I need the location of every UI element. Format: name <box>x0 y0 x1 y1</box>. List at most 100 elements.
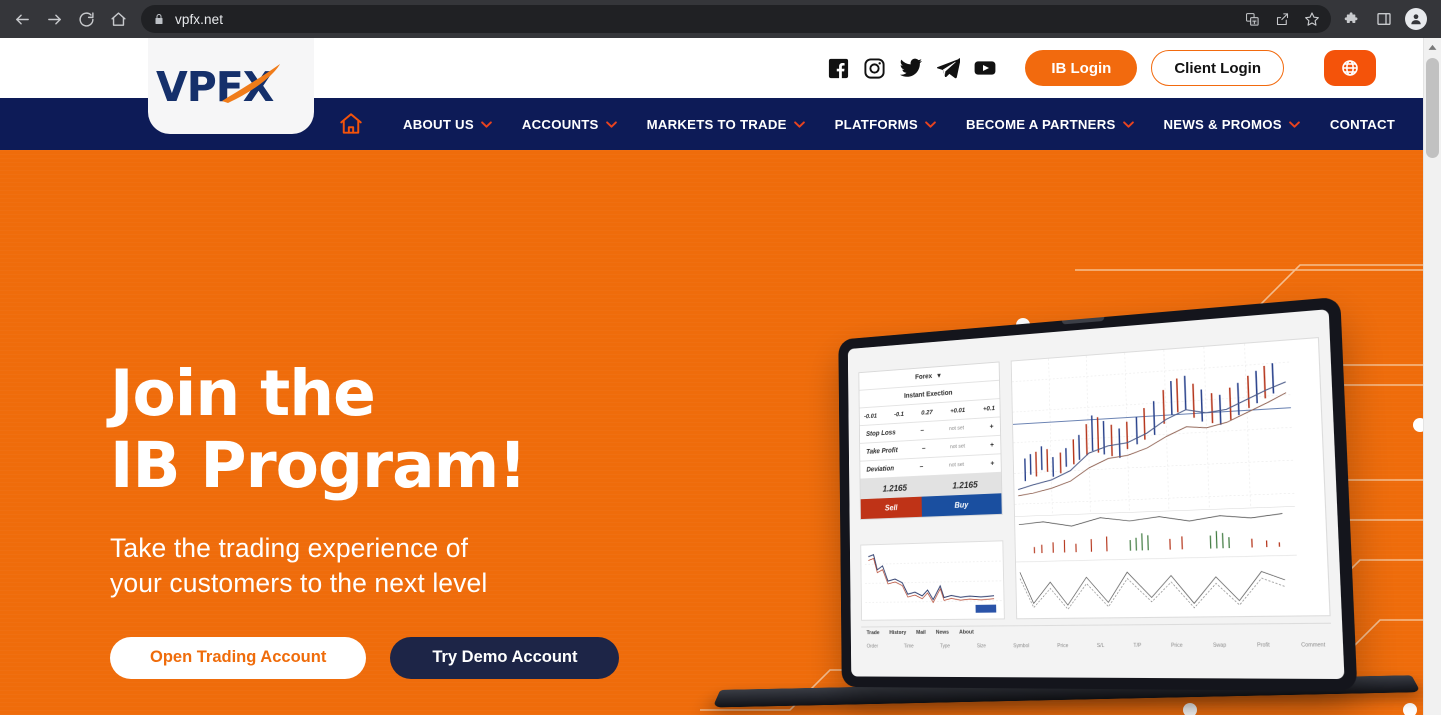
three-dot-menu-icon[interactable] <box>1433 4 1441 34</box>
col-order: Order <box>866 643 879 650</box>
reload-icon[interactable] <box>71 4 101 34</box>
forward-arrow-icon[interactable] <box>39 4 69 34</box>
nav-label: ACCOUNTS <box>521 116 599 132</box>
laptop-screen-body: Forex ▾ Instant Exection -0.01 -0.1 0.27… <box>838 296 1358 692</box>
trading-platform-ui: Forex ▾ Instant Exection -0.01 -0.1 0.27… <box>848 309 1345 679</box>
nav-label: NEWS & PROMOS <box>1163 116 1282 132</box>
field-value: not set <box>949 443 966 451</box>
address-bar[interactable]: vpfx.net <box>141 5 1331 33</box>
youtube-icon[interactable] <box>973 56 997 80</box>
page-viewport: IB Login Client Login ABOUT US ACCOUNTS <box>0 38 1441 715</box>
site-logo[interactable]: VPFX <box>148 38 314 134</box>
field-label: Deviation <box>866 465 895 474</box>
qv-3[interactable]: +0.01 <box>950 407 965 415</box>
col-sl: S/L <box>1096 642 1105 650</box>
logo-swoosh-icon <box>218 61 288 110</box>
instagram-icon[interactable] <box>863 57 886 80</box>
profile-avatar-icon[interactable] <box>1401 4 1431 34</box>
social-links <box>827 56 997 80</box>
qv-4[interactable]: +0.1 <box>983 405 995 413</box>
header-right-group: IB Login Client Login <box>827 38 1376 98</box>
hero-title-line2: IB Program! <box>110 429 527 503</box>
buy-button[interactable]: Buy <box>921 493 1002 517</box>
terminal-tab-history[interactable]: History <box>889 630 906 636</box>
col-size: Size <box>976 643 987 650</box>
plus-button[interactable]: + <box>990 423 994 430</box>
hero-subtitle-line1: Take the trading experience of <box>110 532 469 563</box>
chevron-down-icon <box>1288 120 1300 128</box>
terminal-tab-news[interactable]: News <box>936 630 949 636</box>
nav-item-about-us[interactable]: ABOUT US <box>388 117 507 132</box>
col-type: Type <box>939 643 951 650</box>
scrollbar-thumb[interactable] <box>1426 58 1439 158</box>
nav-item-news-and-promos[interactable]: NEWS & PROMOS <box>1149 117 1315 132</box>
terminal-tab-about[interactable]: About <box>959 630 974 636</box>
col-price: Price <box>1057 643 1069 650</box>
page-scrollbar[interactable] <box>1423 38 1441 715</box>
puzzle-icon[interactable] <box>1337 4 1367 34</box>
terminal-tab-trade[interactable]: Trade <box>867 630 880 636</box>
home-icon[interactable] <box>103 4 133 34</box>
side-panel-icon[interactable] <box>1369 4 1399 34</box>
nav-items: ABOUT US ACCOUNTS MARKETS TO TRADE PLATF… <box>388 117 1410 132</box>
nav-label: PLATFORMS <box>834 116 918 132</box>
col-comment: Comment <box>1301 642 1326 649</box>
terminal-panel: Trade History Mail News About Order Time <box>861 622 1333 660</box>
col-time: Time <box>903 643 914 650</box>
hero-section: Forex ▾ Instant Exection -0.01 -0.1 0.27… <box>0 150 1423 715</box>
star-icon[interactable] <box>1299 6 1325 32</box>
qv-2[interactable]: 0.27 <box>921 409 932 416</box>
order-panel: Forex ▾ Instant Exection -0.01 -0.1 0.27… <box>858 361 1003 521</box>
client-login-button[interactable]: Client Login <box>1151 50 1284 86</box>
minus-button[interactable]: − <box>920 427 924 434</box>
telegram-icon[interactable] <box>936 56 961 80</box>
laptop-illustration: Forex ▾ Instant Exection -0.01 -0.1 0.27… <box>700 296 1421 715</box>
nav-item-contact[interactable]: CONTACT <box>1315 117 1410 132</box>
chevron-down-icon <box>481 120 492 128</box>
qv-0[interactable]: -0.01 <box>864 412 877 419</box>
globe-icon[interactable] <box>1324 50 1376 86</box>
translate-icon[interactable] <box>1239 6 1265 32</box>
bid-price: 1.2165 <box>882 482 908 494</box>
col-tp: T/P <box>1133 642 1142 650</box>
nav-item-become-a-partners[interactable]: BECOME A PARTNERS <box>951 117 1149 132</box>
nav-label: MARKETS TO TRADE <box>646 116 787 132</box>
tick-chart <box>860 540 1005 621</box>
plus-button[interactable]: + <box>990 460 994 467</box>
chevron-down-icon <box>605 120 617 128</box>
nav-label: BECOME A PARTNERS <box>965 116 1116 132</box>
try-demo-account-button[interactable]: Try Demo Account <box>390 636 620 679</box>
browser-toolbar: vpfx.net <box>0 0 1441 38</box>
back-arrow-icon[interactable] <box>7 4 37 34</box>
nav-item-accounts[interactable]: ACCOUNTS <box>507 117 632 132</box>
twitter-icon[interactable] <box>899 56 923 80</box>
nav-item-platforms[interactable]: PLATFORMS <box>820 117 951 132</box>
open-trading-account-button[interactable]: Open Trading Account <box>110 636 367 679</box>
terminal-tab-mail[interactable]: Mail <box>916 630 926 636</box>
field-value: not set <box>948 461 965 469</box>
minus-button[interactable]: − <box>922 445 926 452</box>
home-outline-icon[interactable] <box>338 111 364 137</box>
chevron-down-icon: ▾ <box>937 372 941 380</box>
lock-icon <box>153 13 165 25</box>
ib-login-button[interactable]: IB Login <box>1025 50 1138 86</box>
url-text: vpfx.net <box>175 11 224 27</box>
browser-right-icons <box>1337 4 1441 34</box>
share-icon[interactable] <box>1269 6 1295 32</box>
hero-subtitle-line2: your customers to the next level <box>110 567 488 598</box>
sell-button[interactable]: Sell <box>860 496 923 520</box>
page-content: IB Login Client Login ABOUT US ACCOUNTS <box>0 38 1423 715</box>
nav-item-markets-to-trade[interactable]: MARKETS TO TRADE <box>632 117 820 132</box>
facebook-icon[interactable] <box>827 57 850 80</box>
hero-title-line1: Join the <box>110 357 376 430</box>
minus-button[interactable]: − <box>919 464 923 471</box>
hero-title: Join the IB Program! <box>110 357 730 503</box>
hero-content: Join the IB Program! Take the trading ex… <box>110 357 730 679</box>
hero-subtitle: Take the trading experience of your cust… <box>110 531 730 601</box>
scroll-up-arrow-icon[interactable] <box>1424 38 1441 56</box>
plus-button[interactable]: + <box>990 442 994 449</box>
symbol-label: Forex <box>915 372 933 381</box>
chevron-down-icon <box>793 120 805 128</box>
qv-1[interactable]: -0.1 <box>894 411 904 418</box>
col-symbol: Symbol <box>1013 643 1030 650</box>
